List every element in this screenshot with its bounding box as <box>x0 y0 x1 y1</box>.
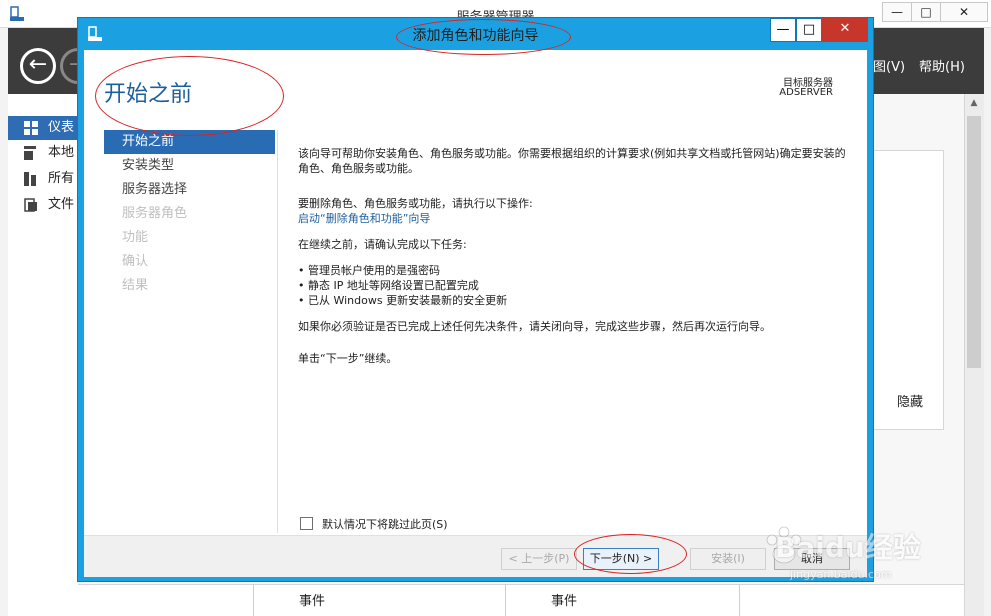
wizard-maximize-button[interactable]: □ <box>796 18 822 42</box>
wizard-steps-nav: 开始之前 安装类型 服务器选择 服务器角色 功能 确认 结果 <box>104 130 275 298</box>
servers-icon <box>24 172 36 186</box>
skip-page-option[interactable]: 默认情况下将跳过此页(S) <box>300 517 448 532</box>
events-strip <box>78 584 964 616</box>
sidebar-item-label: 仪表 <box>48 120 75 135</box>
skip-page-checkbox[interactable] <box>300 517 313 530</box>
menu-view[interactable]: 图(V) <box>873 56 905 75</box>
hide-link[interactable]: 隐藏 <box>897 391 923 410</box>
previous-button: < 上一步(P) <box>501 548 577 570</box>
wizard-minimize-button[interactable]: — <box>770 18 796 42</box>
column-divider <box>505 584 506 616</box>
step-results: 结果 <box>122 278 149 293</box>
remove-roles-link[interactable]: 启动“删除角色和功能”向导 <box>298 211 848 226</box>
step-before-you-begin[interactable]: 开始之前 <box>104 130 275 154</box>
column-divider <box>739 584 740 616</box>
step-confirmation: 确认 <box>122 254 149 269</box>
step-installation-type[interactable]: 安装类型 <box>104 154 275 178</box>
wizard-title: 添加角色和功能向导 <box>412 28 539 44</box>
server-manager-sidebar: 仪表 本地 所有 文件 <box>8 94 78 616</box>
scrollbar-thumb[interactable] <box>967 116 981 368</box>
dashboard-icon <box>24 121 38 135</box>
minimize-button[interactable]: — <box>882 2 912 22</box>
next-button[interactable]: 下一步(N) > <box>583 548 659 570</box>
sidebar-item-file-storage[interactable]: 文件 <box>8 193 78 217</box>
add-roles-wizard-dialog: 添加角色和功能向导 — □ ✕ 开始之前 目标服务器 ADSERVER 开始之前… <box>77 17 874 582</box>
scroll-up-icon[interactable]: ▲ <box>964 94 984 112</box>
continue-text: 单击“下一步”继续。 <box>298 352 398 365</box>
wizard-body: 该向导可帮助你安装角色、角色服务或功能。你需要根据组织的计算要求(例如共享文档或… <box>298 146 848 366</box>
maximize-button[interactable]: □ <box>911 2 941 22</box>
wizard-button-bar: < 上一步(P) 下一步(N) > 安装(I) 取消 <box>84 535 867 577</box>
intro-text: 该向导可帮助你安装角色、角色服务或功能。你需要根据组织的计算要求(例如共享文档或… <box>298 147 846 175</box>
skip-page-label: 默认情况下将跳过此页(S) <box>322 518 448 531</box>
sidebar-item-label: 本地 <box>48 145 75 160</box>
sidebar-item-label: 所有 <box>48 171 75 186</box>
checklist-item: • 静态 IP 地址等网络设置已配置完成 <box>298 279 479 292</box>
wizard-close-button[interactable]: ✕ <box>822 18 868 42</box>
file-storage-icon <box>24 198 37 212</box>
before-continue-text: 在继续之前，请确认完成以下任务: <box>298 238 467 251</box>
step-server-selection[interactable]: 服务器选择 <box>104 178 275 202</box>
sidebar-item-label: 文件 <box>48 197 75 212</box>
events-label[interactable]: 事件 <box>299 590 325 609</box>
wizard-client-area: 开始之前 目标服务器 ADSERVER 开始之前 安装类型 服务器选择 服务器角… <box>84 50 867 577</box>
prerequisite-text: 如果你必须验证是否已完成上述任何先决条件，请关闭向导，完成这些步骤，然后再次运行… <box>298 320 771 333</box>
close-button[interactable]: ✕ <box>940 2 988 22</box>
checklist-item: • 管理员帐户使用的是强密码 <box>298 264 440 277</box>
events-label[interactable]: 事件 <box>551 590 577 609</box>
install-button: 安装(I) <box>690 548 766 570</box>
steps-divider <box>277 130 278 533</box>
wizard-titlebar[interactable]: 添加角色和功能向导 — □ ✕ <box>78 18 873 50</box>
remove-instructions: 要删除角色、角色服务或功能，请执行以下操作: <box>298 197 533 210</box>
page-title: 开始之前 <box>104 82 193 107</box>
server-icon <box>24 146 36 160</box>
menu-help[interactable]: 帮助(H) <box>919 56 965 75</box>
checklist-item: • 已从 Windows 更新安装最新的安全更新 <box>298 294 508 307</box>
sidebar-item-dashboard[interactable]: 仪表 <box>8 116 78 140</box>
sidebar-item-local-server[interactable]: 本地 <box>8 141 78 165</box>
watermark-url: jingyan.baidu.com <box>790 568 892 581</box>
step-features: 功能 <box>122 230 149 245</box>
dashboard-tile <box>870 150 944 430</box>
column-divider <box>253 584 254 616</box>
target-server-value: ADSERVER <box>779 87 833 98</box>
sidebar-item-all-servers[interactable]: 所有 <box>8 167 78 191</box>
back-arrow-icon[interactable]: ← <box>20 48 56 84</box>
step-server-roles: 服务器角色 <box>122 206 188 221</box>
watermark-text: Baidu经验 <box>775 531 921 564</box>
